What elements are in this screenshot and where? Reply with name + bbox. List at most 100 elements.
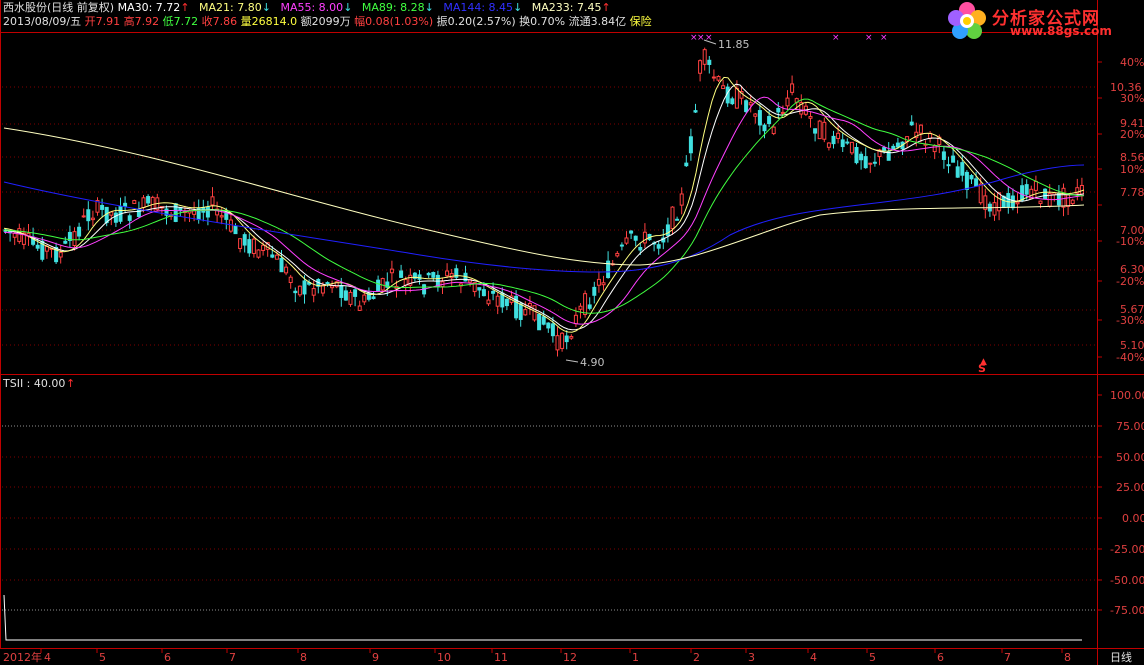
bar-industry[interactable]: 保险 [630, 15, 652, 28]
candlestick [932, 144, 937, 160]
time-tick: 9 [372, 651, 379, 664]
candlestick [711, 69, 716, 82]
candlestick [845, 138, 850, 145]
candlestick [412, 271, 417, 282]
stock-title[interactable]: 西水股份(日线 前复权) [3, 1, 114, 14]
candlestick [753, 113, 758, 124]
candlestick [610, 259, 615, 266]
bar-change: 幅0.08(1.03%) [354, 15, 434, 28]
bar-float-cap: 流通3.84亿 [568, 15, 627, 28]
candlestick [633, 235, 638, 247]
arrow-up-icon: ↑ [601, 1, 611, 14]
candlestick [587, 297, 592, 311]
candlestick [284, 263, 289, 276]
candlestick [1015, 193, 1020, 214]
candlestick [357, 300, 362, 311]
price-tick: 10% [1120, 163, 1144, 176]
candlestick [532, 305, 537, 322]
candlestick [872, 153, 877, 167]
bar-amount: 额2099万 [300, 15, 351, 28]
candlestick [909, 115, 914, 126]
candlestick [343, 286, 348, 301]
candlestick [348, 289, 353, 307]
candlestick [334, 280, 339, 289]
candlestick [941, 146, 946, 169]
indicator-tick: 50.00 [1116, 451, 1144, 464]
candlestick [969, 174, 974, 184]
arrow-up-icon: ↑ [180, 1, 190, 14]
bar-volume: 量26814.0 [240, 15, 298, 28]
candlestick [40, 236, 45, 262]
candlestick [219, 206, 224, 225]
candlestick [629, 230, 634, 239]
indicator-axis: 100.00 75.00 50.00 25.00 0.00 -25.00 -50… [1110, 389, 1144, 617]
low-annotation: 4.90 [565, 356, 605, 369]
candlestick [26, 223, 31, 246]
candlestick [164, 205, 169, 225]
price-tick: -10% [1116, 235, 1144, 248]
sell-signal-arrow-icon: ▲ [980, 357, 987, 367]
signal-marker-icon: × [880, 33, 888, 43]
low-value: 4.90 [580, 356, 605, 369]
candlestick [840, 133, 845, 152]
candlestick [757, 104, 762, 135]
time-axis: 2012年 4 5 6 7 8 9 10 11 12 1 2 3 4 5 6 7… [3, 650, 1071, 664]
indicator-tick: 0.00 [1122, 512, 1144, 525]
candlestick [86, 201, 91, 231]
candlestick [353, 286, 358, 307]
candlestick [583, 290, 588, 318]
candlestick [81, 208, 86, 218]
signal-marker-icon: × [865, 33, 873, 43]
time-tick: 12 [563, 651, 577, 664]
candlestick [454, 264, 459, 280]
candlestick [63, 236, 68, 245]
candlestick [431, 271, 436, 282]
indicator-tick: 100.00 [1110, 389, 1144, 402]
ma144-value: MA144: 8.45 [443, 1, 514, 14]
candlestick [601, 275, 606, 291]
bar-close: 收7.86 [201, 15, 238, 28]
candlestick [900, 141, 905, 155]
ma30-line [3, 83, 1085, 331]
bar-low: 低7.72 [162, 15, 199, 28]
period-label[interactable]: 日线 [1110, 650, 1132, 664]
price-tick: 20% [1120, 128, 1144, 141]
candlestick [716, 75, 721, 82]
candlestick [987, 201, 992, 217]
time-tick: 1 [632, 651, 639, 664]
chart-header-line-1: 西水股份(日线 前复权) MA30: 7.72↑ MA21: 7.80↓ MA5… [3, 1, 611, 15]
high-value: 11.85 [718, 38, 750, 51]
candlestick [215, 201, 220, 223]
candlestick [389, 260, 394, 283]
candlestick [849, 141, 854, 155]
candlestick [523, 301, 528, 316]
candlestick [504, 298, 509, 311]
stock-chart[interactable]: × × × × × × 40% 10.36 30% 9.41 20% 8.56 10% 7… [0, 0, 1144, 665]
candlestick [730, 96, 735, 106]
candlestick [546, 322, 551, 333]
candlestick [739, 85, 744, 105]
candlestick [537, 313, 542, 331]
candlestick [813, 128, 818, 142]
candlestick [808, 111, 813, 128]
ma233-value: MA233: 7.45 [531, 1, 602, 14]
logo-url: www.88gs.com [1010, 24, 1112, 38]
candlestick [854, 143, 859, 165]
price-tick: -20% [1116, 275, 1144, 288]
candlestick [90, 210, 95, 227]
candlestick [642, 223, 647, 249]
candlestick [247, 233, 252, 257]
candlestick [992, 193, 997, 221]
candlestick [495, 292, 500, 315]
tsii-indicator-line [3, 594, 1082, 641]
candlestick [656, 241, 661, 255]
candlestick [707, 55, 712, 74]
candlestick [946, 156, 951, 174]
candlestick [826, 142, 831, 151]
candlestick [228, 213, 233, 233]
candlestick [173, 202, 178, 223]
candlestick [408, 268, 413, 293]
candlestick [868, 162, 873, 173]
candlestick [964, 170, 969, 199]
candlestick [955, 160, 960, 178]
